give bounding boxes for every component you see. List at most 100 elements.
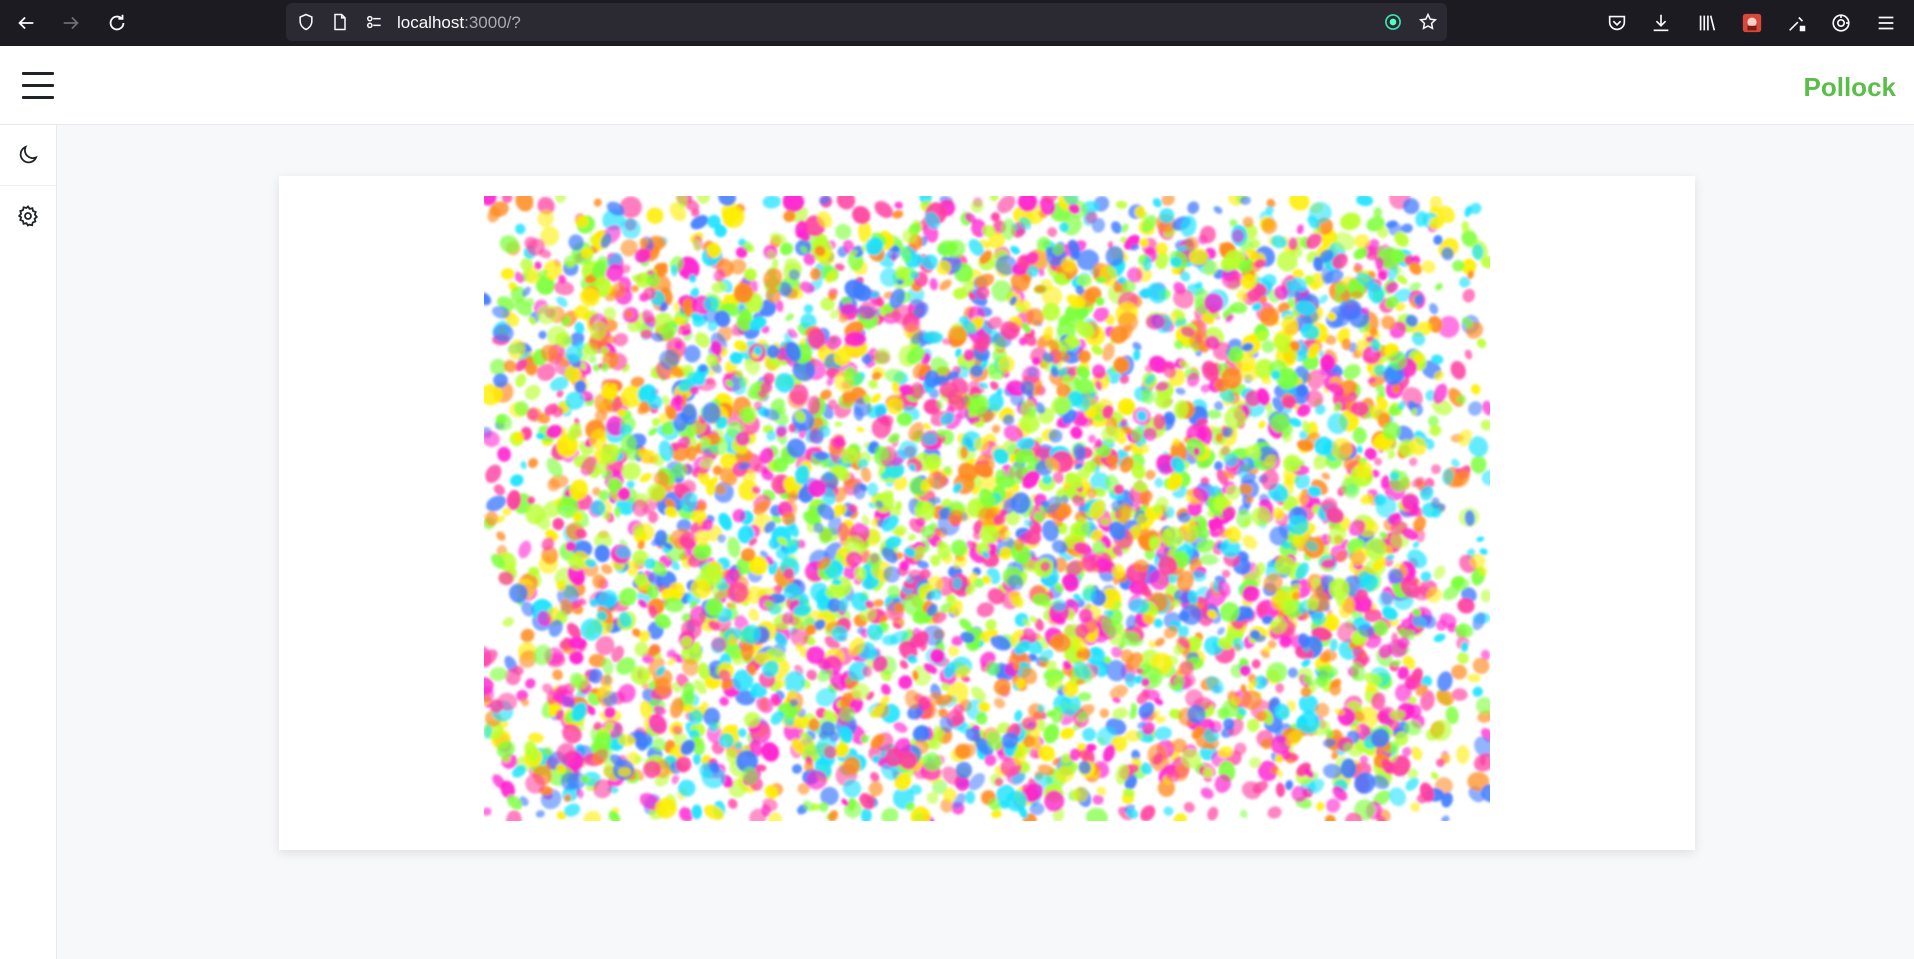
gear-icon — [17, 205, 39, 227]
sync-button[interactable] — [1826, 8, 1856, 38]
paint-splatter — [907, 533, 916, 541]
paint-splatter — [538, 330, 547, 340]
paint-splatter — [871, 393, 882, 404]
paint-splatter — [929, 278, 938, 291]
browser-toolbar: localhost:3000/? — [0, 0, 1914, 46]
paint-splatter — [1217, 627, 1225, 636]
hamburger-icon-middle-bar — [22, 84, 54, 87]
paint-splatter — [1014, 710, 1023, 722]
back-button[interactable] — [11, 8, 41, 38]
paint-splatter — [970, 199, 984, 213]
paint-splatter — [1433, 633, 1446, 643]
downloads-button[interactable] — [1646, 8, 1676, 38]
paint-splatter — [1408, 457, 1418, 467]
paint-splatter — [1435, 283, 1443, 291]
paint-splatter — [1441, 815, 1450, 821]
back-icon — [18, 16, 34, 30]
paint-splatter — [1145, 469, 1156, 480]
paint-splatter — [860, 807, 872, 821]
eyedropper-icon — [1789, 16, 1806, 32]
paint-splatter — [1154, 477, 1164, 488]
paint-splatter — [1102, 343, 1115, 362]
paint-splatter — [1340, 758, 1357, 779]
paint-splatter — [868, 781, 884, 797]
paint-splatter — [1275, 682, 1285, 694]
pollock-painting[interactable] — [484, 196, 1490, 821]
paint-splatter — [1468, 401, 1483, 416]
paint-splatter — [791, 764, 803, 774]
paint-splatter — [520, 461, 527, 470]
extension-icon[interactable] — [1383, 12, 1403, 32]
paint-splatter — [1082, 727, 1096, 742]
hamburger-menu-button[interactable] — [22, 72, 54, 100]
extension-avatar-icon — [1742, 13, 1762, 33]
hamburger-icon — [22, 72, 54, 75]
paint-splatter — [1343, 363, 1361, 380]
paint-splatter — [994, 697, 1006, 709]
paint-splatter — [1207, 806, 1219, 821]
paint-splatter — [1239, 809, 1248, 819]
paint-splatter — [835, 223, 852, 240]
forward-button[interactable] — [56, 8, 86, 38]
paint-splatter — [489, 667, 508, 681]
paint-splatter — [515, 196, 534, 212]
paint-splatter — [1163, 806, 1174, 816]
paint-splatter — [1410, 802, 1420, 812]
paint-splatter — [965, 790, 976, 804]
reload-button[interactable] — [102, 8, 132, 38]
paint-splatter — [1133, 349, 1141, 361]
paint-splatter — [496, 531, 506, 541]
paint-splatter — [1275, 782, 1286, 798]
url-text[interactable]: localhost:3000/? — [397, 13, 521, 33]
settings-button[interactable] — [0, 186, 56, 246]
paint-splatter — [1321, 472, 1331, 480]
download-icon — [1653, 14, 1669, 32]
eyedropper-button[interactable] — [1782, 8, 1812, 38]
paint-splatter — [527, 458, 539, 469]
paint-splatter — [1154, 637, 1165, 647]
url-path: :3000/? — [464, 13, 521, 32]
paint-splatter — [1451, 664, 1468, 680]
paint-splatter — [872, 599, 885, 608]
paint-splatter — [506, 810, 522, 821]
shield-icon[interactable] — [296, 12, 316, 32]
page-icon[interactable] — [330, 12, 350, 32]
paint-splatter — [1462, 288, 1476, 303]
paint-splatter — [1086, 807, 1108, 821]
paint-splatter — [834, 421, 843, 428]
forward-icon — [63, 16, 79, 30]
paint-splatter — [762, 196, 781, 209]
url-host: localhost — [397, 13, 465, 32]
paint-splatter — [515, 223, 526, 235]
brand-logo[interactable]: Pollock — [1804, 72, 1896, 103]
paint-splatter — [991, 810, 1002, 818]
extension-avatar-button[interactable] — [1737, 8, 1767, 38]
paint-splatter — [552, 669, 563, 681]
pocket-button[interactable] — [1602, 8, 1632, 38]
paint-splatter — [1467, 673, 1481, 683]
paint-splatter — [1199, 553, 1219, 566]
permissions-icon[interactable] — [364, 12, 384, 32]
library-button[interactable] — [1692, 8, 1722, 38]
reload-icon — [109, 14, 125, 31]
library-icon — [1699, 15, 1716, 31]
paint-splatter — [1464, 349, 1473, 360]
bookmark-star-icon[interactable] — [1418, 12, 1438, 32]
paint-splatter — [1267, 806, 1282, 819]
app-menu-button[interactable] — [1871, 8, 1901, 38]
paint-splatter — [1457, 652, 1469, 665]
theme-toggle-button[interactable] — [0, 125, 56, 185]
url-bar[interactable]: localhost:3000/? — [286, 3, 1447, 41]
paint-splatter — [1470, 455, 1487, 474]
paint-splatter — [515, 373, 527, 388]
paint-splatter — [600, 564, 613, 575]
paint-splatter — [785, 313, 794, 322]
paint-splatter — [921, 254, 939, 270]
paint-splatter — [518, 540, 532, 559]
paint-splatter — [1251, 659, 1261, 669]
paint-splatter — [1047, 227, 1058, 238]
paint-splatter — [646, 207, 664, 225]
paint-splatter — [683, 345, 701, 363]
paint-splatter — [1470, 383, 1481, 395]
paint-splatter — [1480, 589, 1490, 603]
